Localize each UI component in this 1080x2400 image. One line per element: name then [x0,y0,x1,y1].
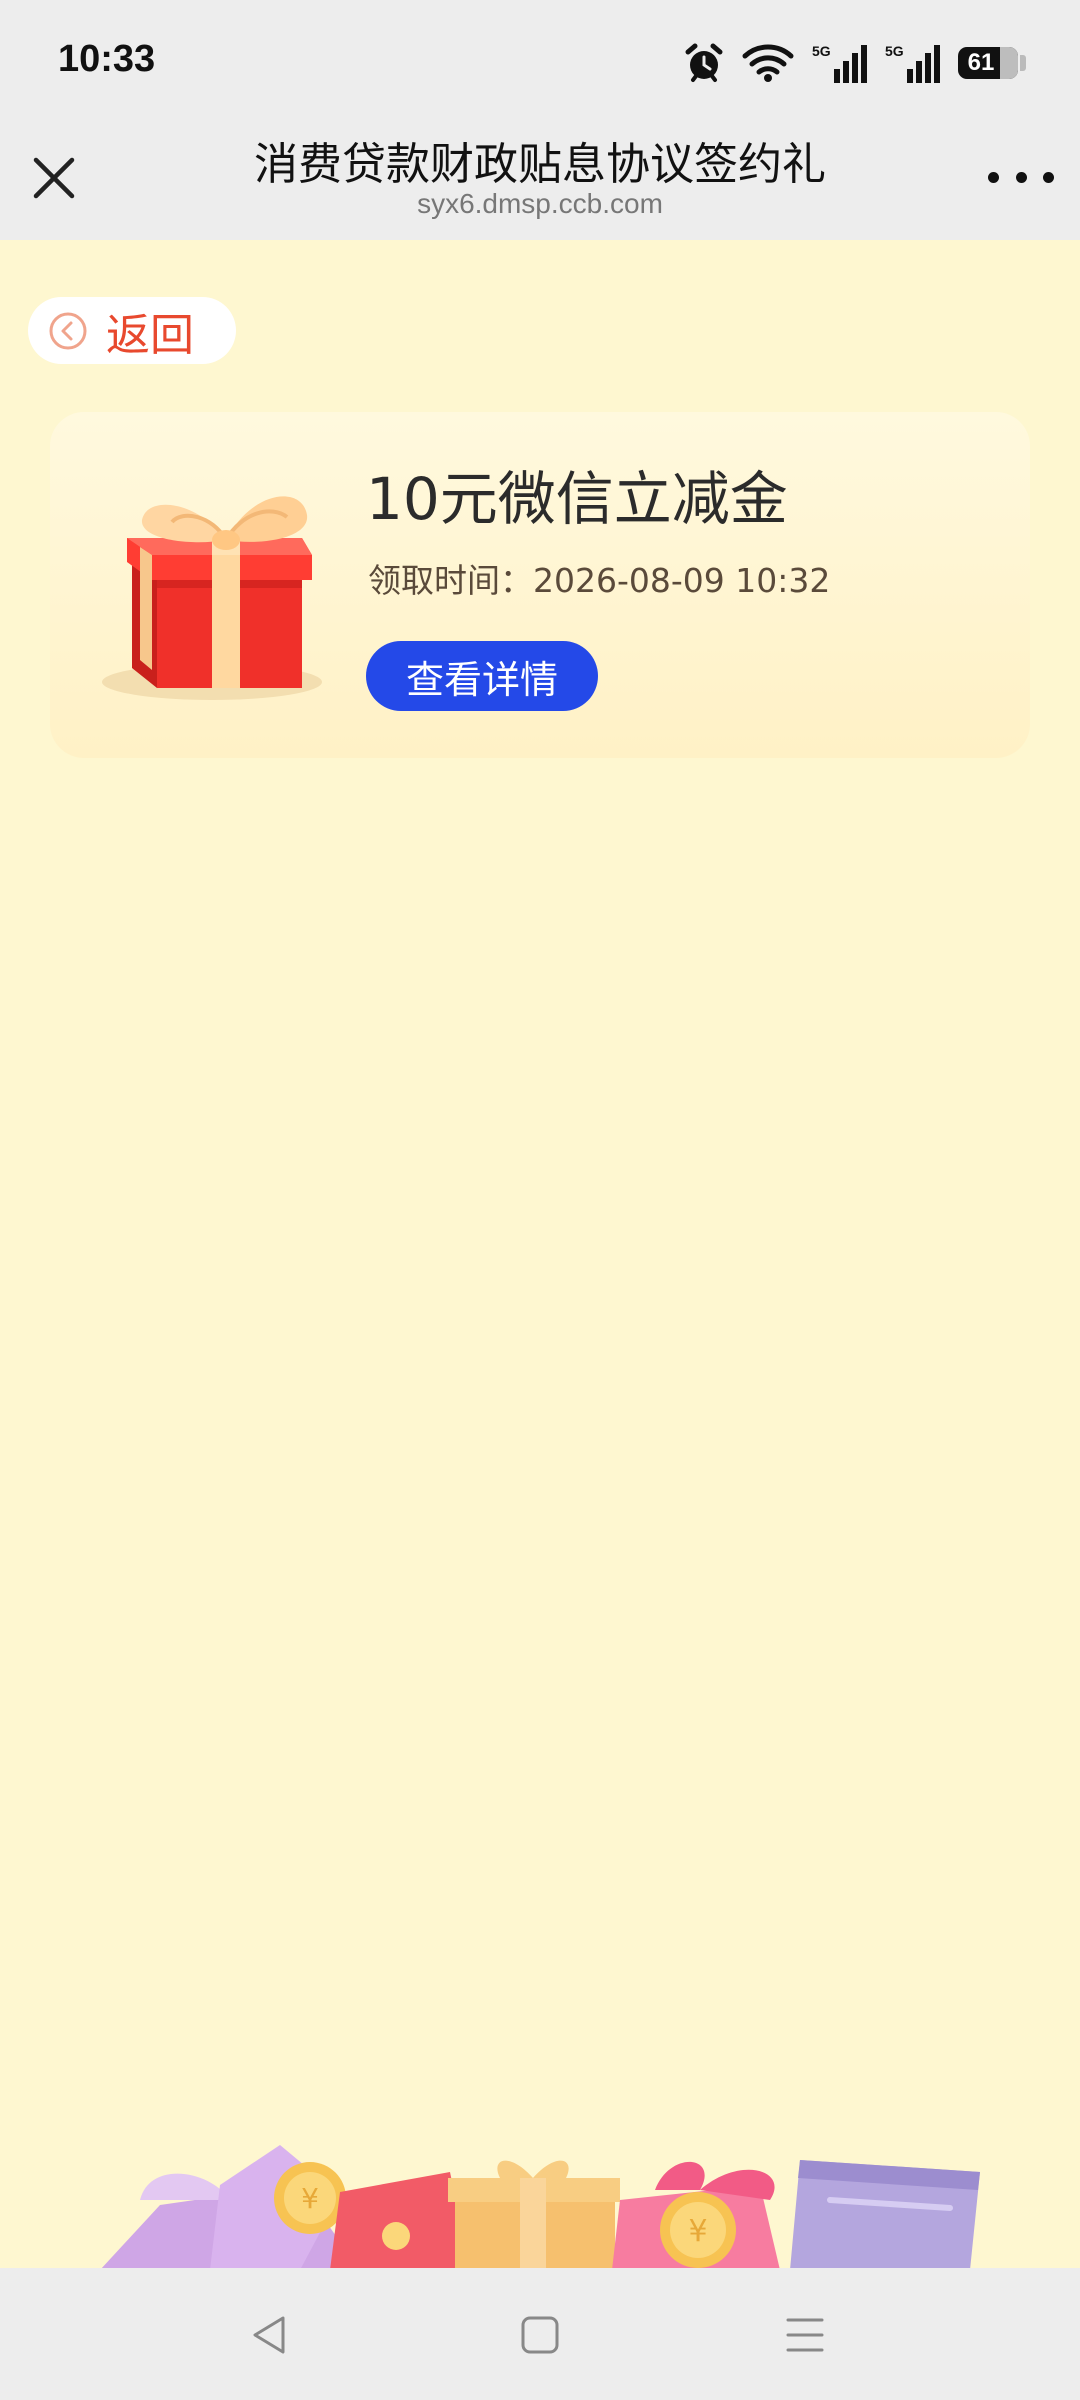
page-domain: syx6.dmsp.ccb.com [417,188,663,219]
signal-icon: 5G [812,43,867,83]
back-label: 返回 [106,309,194,361]
receive-time-value: 2026-08-09 10:32 [533,561,831,600]
gift-card: 10元微信立减金 领取时间：2026-08-09 10:32 查看详情 [50,412,1030,758]
status-icons: 5G 5G 61 [684,38,1026,88]
gift-box-icon [102,496,322,700]
view-details-button[interactable]: 查看详情 [366,641,598,711]
svg-text:¥: ¥ [301,2182,319,2215]
nav-menu-icon[interactable] [780,2310,830,2360]
page-title: 消费贷款财政贴息协议签约礼 [254,139,826,190]
back-button[interactable]: 返回 [28,297,236,364]
alarm-clock-icon [685,43,723,82]
network-type-label: 5G [812,43,831,59]
wifi-icon [742,44,794,82]
voucher-title: 10元微信立减金 [366,465,788,533]
nav-home-icon[interactable] [515,2310,565,2360]
chevron-left-circle-icon [49,312,87,349]
nav-back-icon[interactable] [245,2310,295,2360]
status-bar: 10:33 5G 5G 61 [0,0,1080,122]
signal-icon: 5G [885,43,940,83]
battery-icon: 61 [958,47,1026,79]
status-time: 10:33 [58,38,156,80]
battery-level: 61 [967,49,995,76]
receive-time: 领取时间：2026-08-09 10:32 [368,554,830,602]
svg-text:¥: ¥ [688,2214,707,2249]
network-type-label: 5G [885,43,904,59]
navigation-bar [0,2268,1080,2400]
gifts-and-coins-banner: ¥ ¥ [100,2145,980,2270]
more-horizontal-icon[interactable] [988,162,1054,192]
close-icon[interactable] [26,150,82,206]
browser-header: 消费贷款财政贴息协议签约礼 syx6.dmsp.ccb.com [0,122,1080,240]
receive-time-label: 领取时间： [368,561,533,600]
